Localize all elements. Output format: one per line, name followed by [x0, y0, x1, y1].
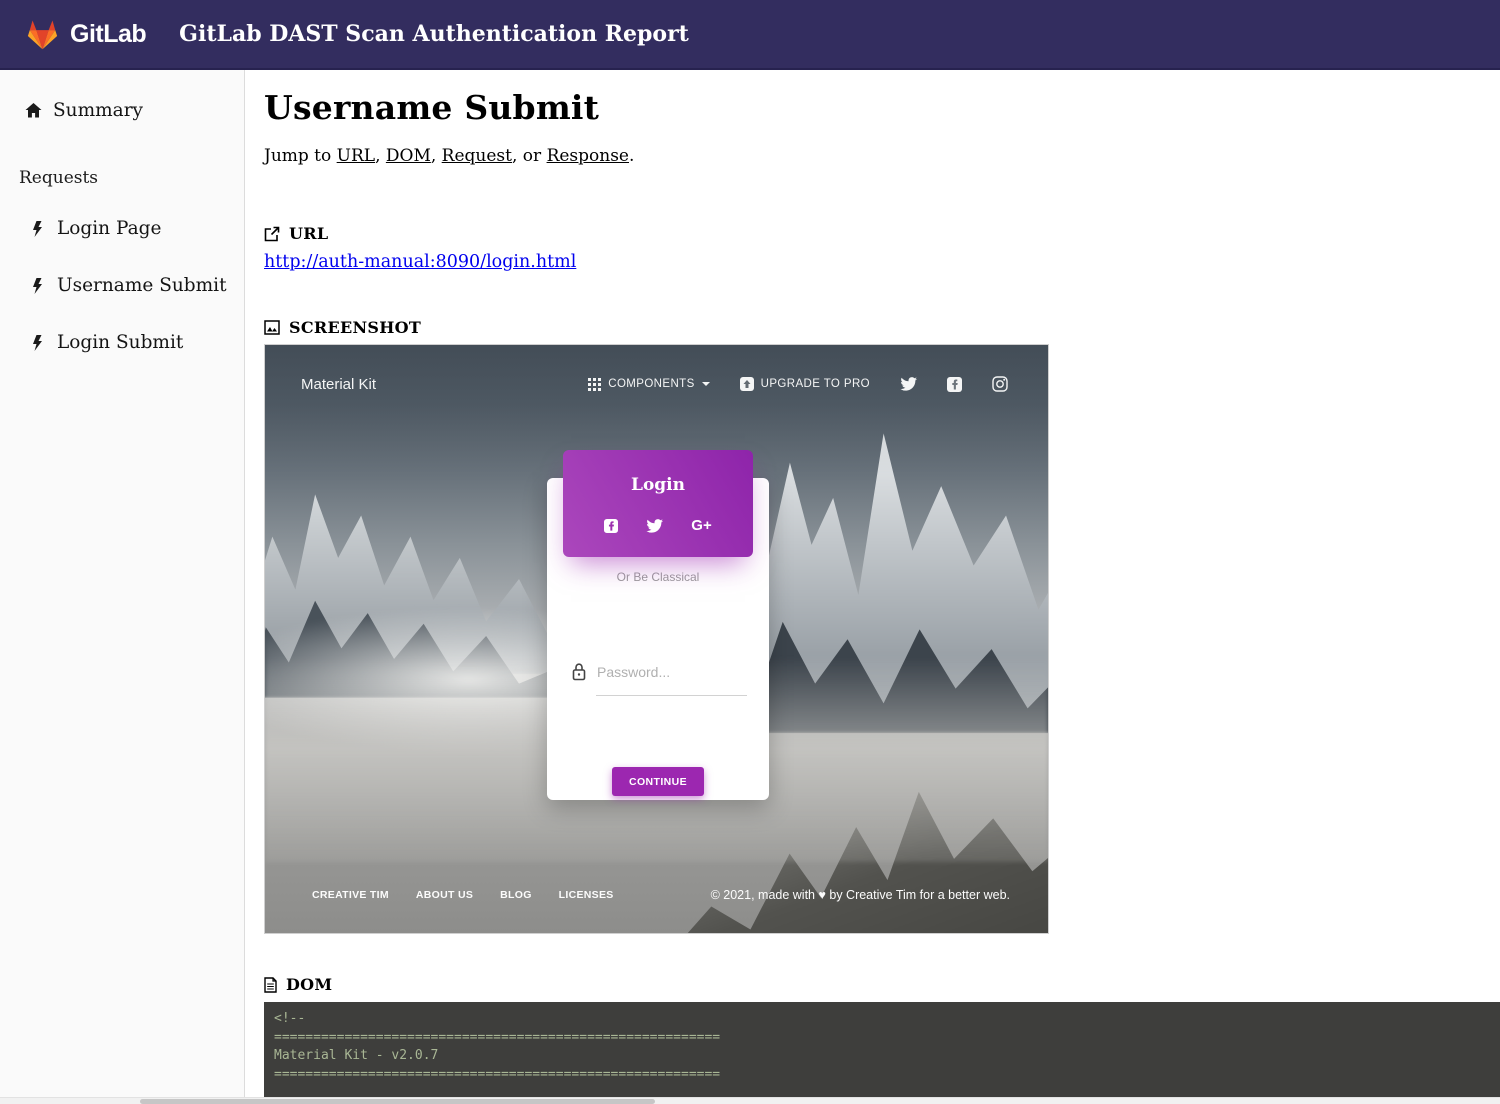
code-line: <!-- [274, 1010, 1490, 1029]
sidebar-item-username-submit[interactable]: Username Submit [29, 275, 244, 296]
dom-code-block: <!-- ===================================… [264, 1002, 1500, 1104]
report-header: GitLab GitLab DAST Scan Authentication R… [0, 0, 1500, 70]
screenshot-password-placeholder: Password... [597, 664, 670, 682]
dom-section-heading: DOM [264, 975, 1500, 994]
page-title: Username Submit [264, 88, 1500, 127]
screenshot-brand: Material Kit [301, 376, 376, 393]
gitlab-wordmark: GitLab [70, 20, 146, 49]
auth-screenshot-image: Material Kit COMPONENTS [264, 344, 1049, 934]
sidebar-summary-label: Summary [53, 100, 143, 121]
code-line: ========================================… [274, 1066, 1490, 1085]
scanned-url-link[interactable]: http://auth-manual:8090/login.html [264, 252, 576, 272]
input-underline [596, 695, 747, 696]
document-icon [264, 977, 277, 993]
code-line: Material Kit - v2.0.7 [274, 1047, 1490, 1066]
sidebar-item-login-submit[interactable]: Login Submit [29, 332, 244, 353]
lock-icon [571, 662, 587, 682]
google-plus-icon: G+ [691, 517, 711, 534]
image-icon [264, 320, 280, 335]
screenshot-login-header: Login G+ [563, 450, 753, 557]
screenshot-navbar: Material Kit COMPONENTS [265, 345, 1048, 423]
main-content: Username Submit Jump to URL, DOM, Reques… [245, 70, 1500, 1104]
footer-link-creative-tim: CREATIVE TIM [312, 889, 389, 901]
report-title: GitLab DAST Scan Authentication Report [179, 21, 689, 47]
horizontal-scrollbar-thumb[interactable] [140, 1099, 655, 1104]
sidebar-login-page-label: Login Page [57, 218, 161, 239]
jump-sep: , [375, 146, 386, 166]
home-icon [25, 103, 42, 118]
twitter-icon [900, 377, 917, 391]
jump-line: Jump to URL, DOM, Request, or Response. [264, 146, 1500, 166]
jump-link-url[interactable]: URL [337, 146, 375, 166]
screenshot-divider-text: Or Be Classical [547, 570, 769, 584]
footer-link-about-us: ABOUT US [416, 889, 473, 901]
jump-link-dom[interactable]: DOM [386, 146, 431, 166]
jump-suffix: . [629, 146, 634, 166]
dom-section-label: DOM [286, 975, 332, 994]
screenshot-section-heading: SCREENSHOT [264, 318, 1500, 337]
jump-link-request[interactable]: Request [442, 146, 512, 166]
sidebar-item-summary[interactable]: Summary [25, 100, 244, 121]
footer-link-licenses: LICENSES [559, 889, 614, 901]
components-label: COMPONENTS [608, 378, 694, 390]
facebook-icon [947, 377, 962, 392]
horizontal-scrollbar-track [0, 1097, 1500, 1104]
sidebar-requests-heading: Requests [19, 168, 244, 188]
grid-icon [588, 378, 601, 391]
screenshot-password-field: Password... [571, 662, 747, 682]
screenshot-upgrade-link: UPGRADE TO PRO [740, 377, 870, 391]
sidebar-login-submit-label: Login Submit [57, 332, 183, 353]
url-section-heading: URL [264, 224, 1500, 243]
external-link-icon [264, 226, 280, 242]
jump-sep: , or [512, 146, 547, 166]
url-section-label: URL [289, 224, 328, 243]
bolt-icon [29, 221, 46, 237]
instagram-icon [992, 376, 1008, 392]
screenshot-continue-button: CONTINUE [612, 767, 704, 796]
twitter-icon [646, 519, 663, 533]
footer-link-blog: BLOG [500, 889, 532, 901]
screenshot-section-label: SCREENSHOT [289, 318, 421, 337]
facebook-icon [604, 519, 618, 533]
code-line: ========================================… [274, 1029, 1490, 1048]
upgrade-label: UPGRADE TO PRO [761, 378, 870, 390]
jump-prefix: Jump to [264, 146, 337, 166]
sidebar: Summary Requests Login Page Username Sub… [0, 70, 245, 1104]
gitlab-tanuki-logo [24, 17, 61, 52]
screenshot-footer: CREATIVE TIM ABOUT US BLOG LICENSES © 20… [265, 857, 1048, 933]
jump-link-response[interactable]: Response [547, 146, 629, 166]
footer-copyright: © 2021, made with ♥ by Creative Tim for … [711, 888, 1010, 902]
bolt-icon [29, 278, 46, 294]
chevron-down-icon [702, 382, 710, 386]
screenshot-components-menu: COMPONENTS [588, 378, 709, 391]
sidebar-item-login-page[interactable]: Login Page [29, 218, 244, 239]
sidebar-username-submit-label: Username Submit [57, 275, 227, 296]
bolt-icon [29, 335, 46, 351]
upgrade-icon [740, 377, 754, 391]
screenshot-login-title: Login [563, 475, 753, 495]
jump-sep: , [431, 146, 442, 166]
